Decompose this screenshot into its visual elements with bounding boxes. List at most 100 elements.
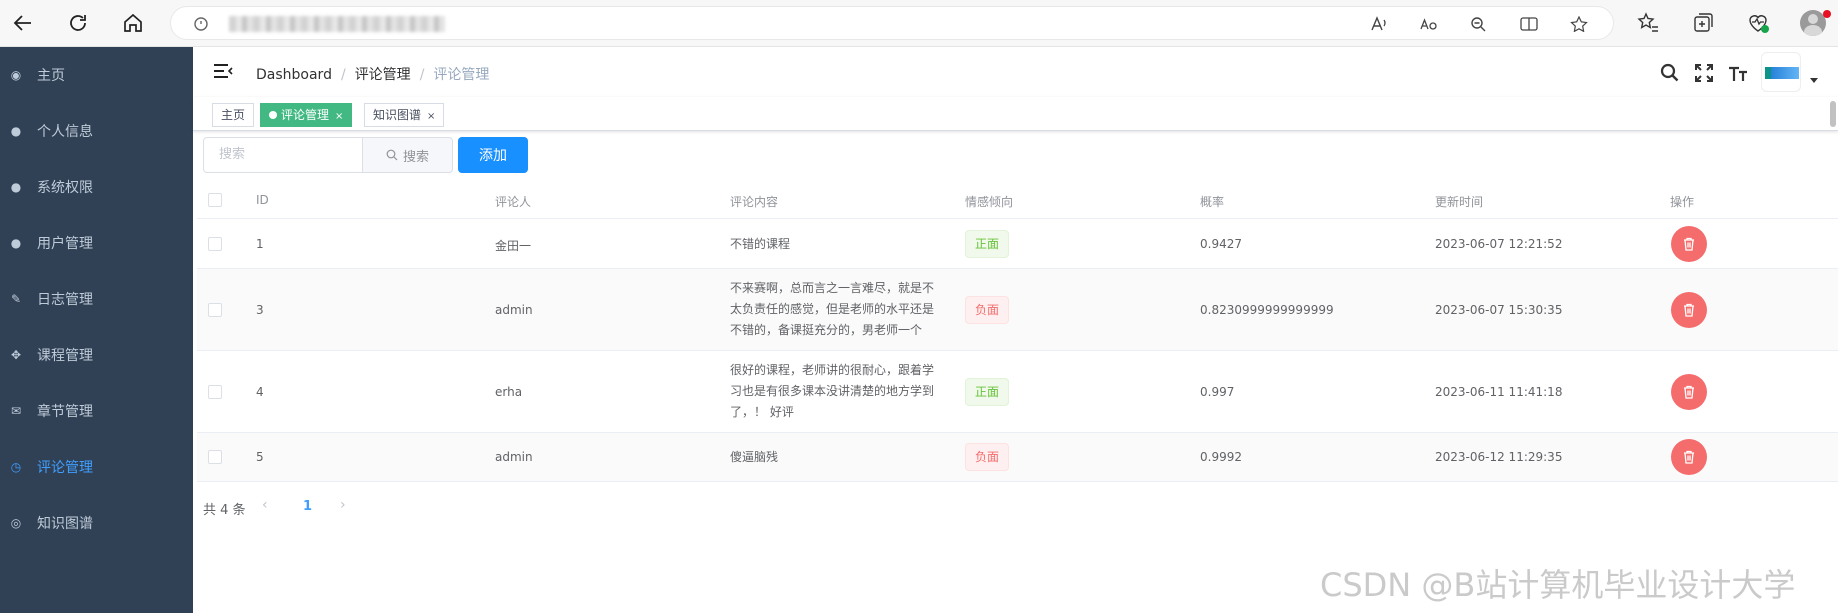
cell-user: erha xyxy=(495,385,523,399)
sidebar-item-knowledge-graph[interactable]: ◎ 知识图谱 xyxy=(0,495,193,551)
table-header: ID 评论人 评论内容 情感倾向 概率 更新时间 操作 xyxy=(197,181,1838,219)
sidebar-item-logs[interactable]: ✎ 日志管理 xyxy=(0,271,193,327)
read-aloud-icon[interactable] xyxy=(1369,16,1389,32)
user-icon: ● xyxy=(10,180,22,194)
sidebar-item-label: 系统权限 xyxy=(37,180,93,196)
notification-dot xyxy=(1823,10,1831,18)
cell-updated-time: 2023-06-07 15:30:35 xyxy=(1435,303,1563,317)
delete-button[interactable] xyxy=(1671,439,1707,475)
tag-knowledge-graph[interactable]: 知识图谱 × xyxy=(364,103,445,127)
row-checkbox[interactable] xyxy=(208,237,222,251)
column-header-sentiment[interactable]: 情感倾向 xyxy=(965,193,1013,210)
table-row: 5 admin 傻逼脑残 负面 0.9992 2023-06-12 11:29:… xyxy=(197,433,1838,482)
address-bar[interactable] xyxy=(170,6,1614,40)
cell-id: 5 xyxy=(256,450,264,464)
favorites-icon[interactable] xyxy=(1636,11,1660,35)
next-page-icon[interactable]: › xyxy=(340,497,354,513)
page-number-current[interactable]: 1 xyxy=(303,499,312,514)
navbar: Dashboard / 评论管理 / 评论管理 xyxy=(193,47,1838,97)
collections-icon[interactable] xyxy=(1691,11,1715,35)
column-header-probability[interactable]: 概率 xyxy=(1200,193,1224,210)
dashboard-icon: ◉ xyxy=(10,68,22,82)
sidebar-item-users[interactable]: ● 用户管理 xyxy=(0,215,193,271)
active-dot-icon xyxy=(269,111,277,119)
sidebar-item-label: 知识图谱 xyxy=(37,516,93,532)
user-avatar-logo[interactable] xyxy=(1761,52,1801,92)
sidebar-item-courses[interactable]: ✥ 课程管理 xyxy=(0,327,193,383)
row-checkbox[interactable] xyxy=(208,303,222,317)
home-icon[interactable] xyxy=(118,8,148,38)
tag-close-icon[interactable]: × xyxy=(335,111,343,122)
cell-updated-time: 2023-06-12 11:29:35 xyxy=(1435,450,1563,464)
tag-close-icon[interactable]: × xyxy=(427,111,435,122)
breadcrumb: Dashboard / 评论管理 / 评论管理 xyxy=(256,64,489,84)
scrollbar-thumb[interactable] xyxy=(1830,101,1836,127)
trash-icon xyxy=(1684,385,1694,399)
delete-button[interactable] xyxy=(1671,226,1707,262)
column-header-content[interactable]: 评论内容 xyxy=(730,193,778,210)
row-checkbox[interactable] xyxy=(208,450,222,464)
zoom-out-icon[interactable] xyxy=(1469,16,1489,32)
browser-essentials-icon[interactable] xyxy=(1746,11,1770,35)
select-all-checkbox[interactable] xyxy=(208,193,222,207)
cell-updated-time: 2023-06-07 12:21:52 xyxy=(1435,237,1563,251)
sidebar-item-profile[interactable]: ● 个人信息 xyxy=(0,103,193,159)
column-header-updated-time[interactable]: 更新时间 xyxy=(1435,193,1483,210)
table-row: 4 erha 很好的课程，老师讲的很耐心，跟着学习也是有很多课本没讲清楚的地方学… xyxy=(197,351,1838,433)
split-screen-icon[interactable] xyxy=(1519,16,1539,32)
prev-page-icon[interactable]: ‹ xyxy=(262,497,276,513)
user-icon: ● xyxy=(10,124,22,138)
sidebar-item-label: 课程管理 xyxy=(37,348,93,364)
sidebar-item-chapters[interactable]: ✉ 章节管理 xyxy=(0,383,193,439)
sentiment-tag: 正面 xyxy=(965,230,1010,258)
column-header-actions: 操作 xyxy=(1670,195,1695,209)
tag-home[interactable]: 主页 xyxy=(212,103,255,127)
search-button[interactable]: 搜索 xyxy=(362,137,453,173)
cell-id: 4 xyxy=(256,385,264,399)
cell-id: 3 xyxy=(256,303,264,317)
tag-comments[interactable]: 评论管理 × xyxy=(260,103,353,127)
sidebar-item-permissions[interactable]: ● 系统权限 xyxy=(0,159,193,215)
sentiment-tag: 正面 xyxy=(965,378,1010,406)
url-text-blurred xyxy=(229,16,445,32)
caret-down-icon[interactable] xyxy=(1810,78,1818,83)
column-header-id[interactable]: ID xyxy=(256,193,269,207)
cell-content: 傻逼脑残 xyxy=(730,450,779,464)
delete-button[interactable] xyxy=(1671,374,1707,410)
font-size-icon[interactable] xyxy=(1727,62,1749,84)
sidebar-item-comments[interactable]: ◷ 评论管理 xyxy=(0,439,193,495)
breadcrumb-separator: / xyxy=(419,67,425,83)
trash-icon xyxy=(1684,303,1694,317)
drag-icon: ✥ xyxy=(10,348,22,362)
back-icon[interactable] xyxy=(8,8,38,38)
add-button[interactable]: 添加 xyxy=(458,137,528,173)
trash-icon xyxy=(1684,450,1694,464)
refresh-icon[interactable] xyxy=(63,8,93,38)
cell-user: 金田一 xyxy=(495,239,532,253)
breadcrumb-separator: / xyxy=(340,67,346,83)
breadcrumb-item-comments[interactable]: 评论管理 xyxy=(355,67,411,83)
trash-icon xyxy=(1684,237,1694,251)
tag-label: 主页 xyxy=(221,108,246,122)
search-icon xyxy=(386,149,398,161)
site-info-icon[interactable] xyxy=(191,16,211,32)
favorite-star-icon[interactable] xyxy=(1569,16,1589,32)
peoples-icon: ● xyxy=(10,236,22,250)
translate-icon[interactable] xyxy=(1419,16,1439,32)
message-icon: ✉ xyxy=(10,404,22,418)
hamburger-menu-icon[interactable] xyxy=(213,63,233,79)
sidebar-item-label: 用户管理 xyxy=(37,236,93,252)
delete-button[interactable] xyxy=(1671,292,1707,328)
pagination-total: 共 4 条 xyxy=(203,503,246,518)
header-search-icon[interactable] xyxy=(1659,62,1681,84)
sidebar-item-home[interactable]: ◉ 主页 xyxy=(0,47,193,103)
cell-probability: 0.8230999999999999 xyxy=(1200,303,1334,317)
breadcrumb-item-dashboard[interactable]: Dashboard xyxy=(256,67,332,83)
cell-content: 不来赛啊，总而言之一言难尽，就是不太负责任的感觉，但是老师的水平还是不错的，备课… xyxy=(730,281,935,337)
cell-probability: 0.9427 xyxy=(1200,237,1242,251)
search-input[interactable]: 搜索 xyxy=(203,137,363,173)
edit-icon: ✎ xyxy=(10,292,22,306)
column-header-user[interactable]: 评论人 xyxy=(495,193,531,210)
row-checkbox[interactable] xyxy=(208,385,222,399)
fullscreen-icon[interactable] xyxy=(1693,62,1715,84)
